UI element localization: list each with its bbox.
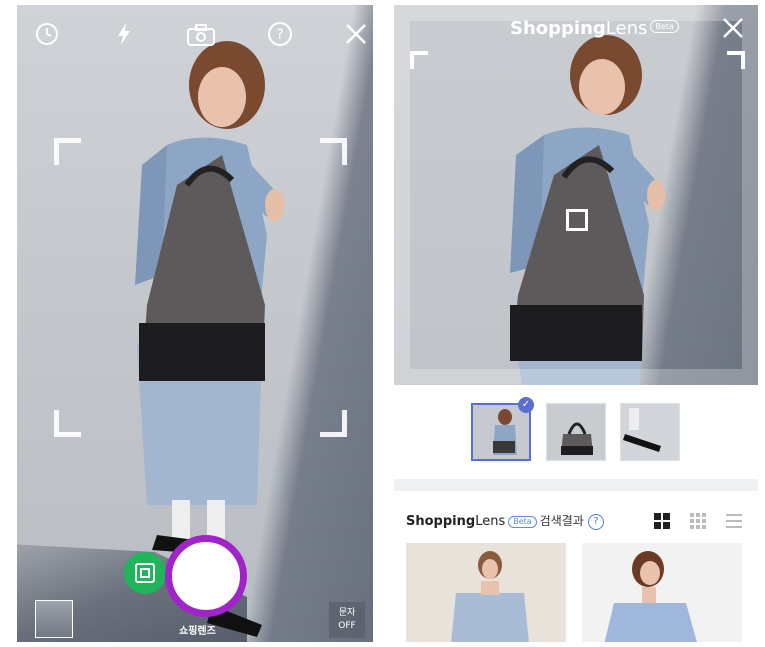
flash-icon[interactable] [109,19,139,49]
text-toggle-label: 문자 [338,608,356,618]
capture-frame-icon [135,563,155,583]
shopping-lens-results-screen: ShoppingLens Beta ✓ ShoppingLens Beta 검색결과? [394,5,758,642]
detected-object-marker[interactable] [566,209,588,231]
grid-small-view-icon[interactable] [690,513,706,529]
scan-frame-corner [320,138,347,165]
section-divider [394,479,758,491]
camera-viewfinder: ? 쇼핑렌즈 문자 OFF [17,5,373,642]
captured-image-preview: ShoppingLens Beta [394,5,758,385]
camera-switch-icon[interactable] [184,19,215,49]
shopping-lens-title: ShoppingLens Beta [510,17,679,41]
brand-light: Lens [605,18,648,39]
brand-bold: Shopping [510,18,606,39]
beta-badge: Beta [650,20,679,33]
brand-light: Lens [475,514,506,529]
detected-items-strip: ✓ [394,393,758,473]
results-suffix: 검색결과 [539,514,584,528]
scan-frame-corner [54,410,81,437]
selected-check-icon: ✓ [518,397,534,413]
product-image [582,543,742,642]
grid-large-view-icon[interactable] [654,513,670,529]
thumbnail-image [547,404,605,460]
thumbnail-image [473,405,529,459]
thumbnail-bag[interactable] [546,403,606,461]
scan-frame-corner [320,410,347,437]
result-card[interactable] [406,543,566,642]
help-icon[interactable]: ? [587,513,604,530]
close-icon[interactable] [341,19,371,49]
thumbnail-shoes[interactable] [620,403,680,461]
crop-frame-corner[interactable] [410,51,428,69]
scan-frame-corner [54,138,81,165]
search-results-header: ShoppingLens Beta 검색결과? [406,510,751,532]
screenshot-capture-button[interactable] [124,552,166,594]
close-icon[interactable] [720,15,746,41]
brand-bold: Shopping [406,514,476,529]
camera-top-toolbar: ? [17,19,373,49]
gallery-thumbnail[interactable] [35,600,73,638]
list-view-icon[interactable] [726,513,742,529]
beta-badge: Beta [508,515,537,528]
shutter-button[interactable] [165,535,247,617]
mode-label-shopping-lens[interactable]: 쇼핑렌즈 [179,622,216,637]
camera-mode-switcher: 쇼핑렌즈 [97,622,297,638]
results-title: ShoppingLens Beta 검색결과? [406,510,604,533]
timer-icon[interactable] [32,19,62,49]
crop-frame-corner[interactable] [727,51,745,69]
help-icon[interactable]: ? [265,19,295,49]
text-toggle-state: OFF [338,621,356,631]
thumbnail-image [621,404,679,460]
product-image [406,543,566,642]
svg-text:?: ? [276,27,283,43]
scan-overlay [394,5,758,385]
result-card[interactable] [582,543,742,642]
text-recognition-toggle[interactable]: 문자 OFF [329,602,365,638]
